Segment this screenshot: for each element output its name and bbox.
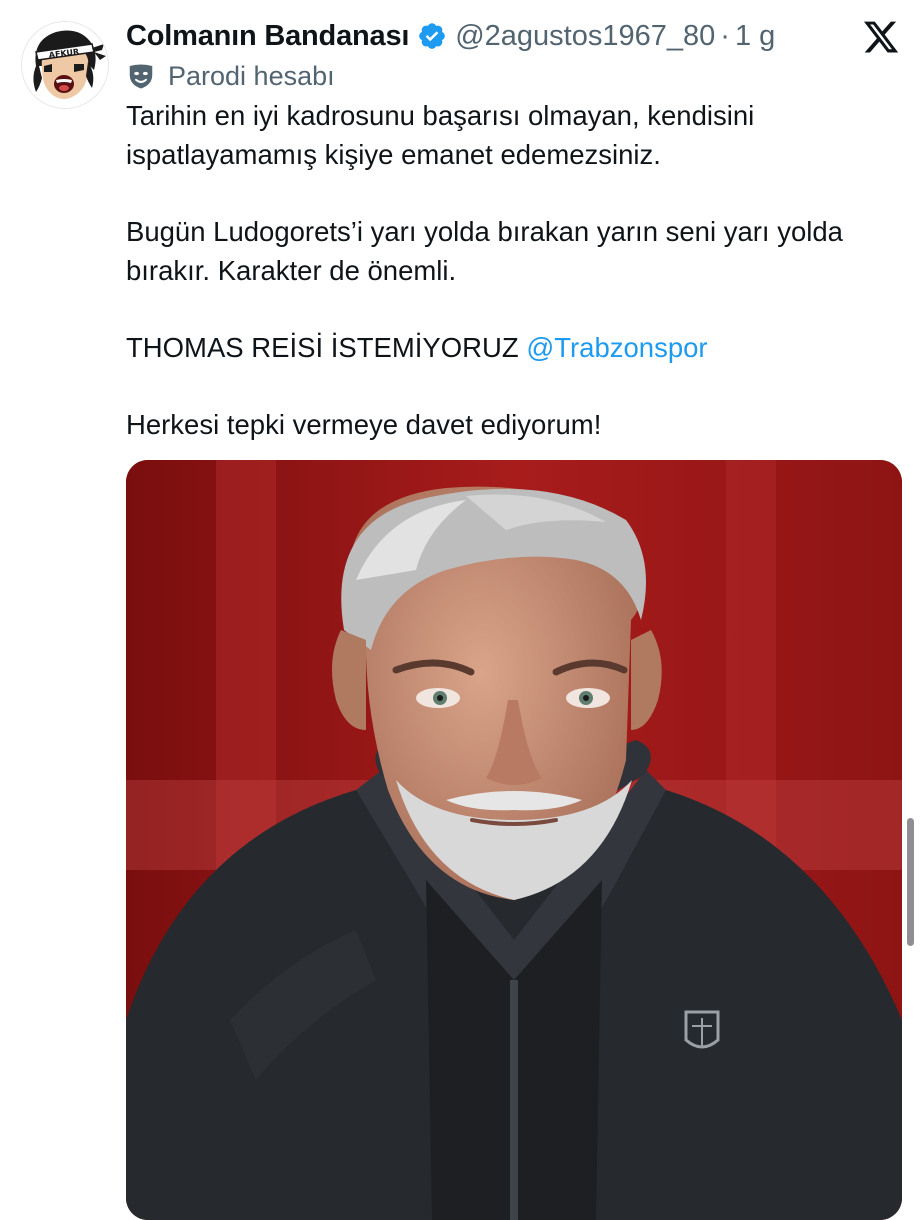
tweet-header: Colmanın Bandanası @2agustos1967_80 · 1 …	[126, 14, 775, 58]
separator-dot: ·	[720, 19, 730, 52]
tweet-paragraph-2: Bugün Ludogorets’i yarı yolda bırakan ya…	[126, 216, 843, 286]
avatar[interactable]: AFKUR	[22, 22, 108, 108]
x-logo-icon	[862, 18, 900, 56]
tweet-paragraph-3: THOMAS REİSİ İSTEMİYORUZ @Trabzonspor	[126, 328, 886, 367]
parody-account-label: Parodi hesabı	[126, 58, 335, 94]
timestamp[interactable]: 1 g	[735, 20, 775, 53]
user-handle[interactable]: @2agustos1967_80	[455, 20, 715, 53]
display-name[interactable]: Colmanın Bandanası	[126, 20, 409, 53]
scrollbar[interactable]	[907, 818, 914, 946]
verified-badge-icon	[417, 21, 447, 51]
mask-icon	[126, 61, 156, 91]
tweet-media-photo[interactable]	[126, 460, 902, 1220]
tweet-paragraph-4: Herkesi tepki vermeye davet ediyorum!	[126, 409, 602, 440]
parody-label-text: Parodi hesabı	[168, 60, 335, 91]
caps-text: THOMAS REİSİ İSTEMİYORUZ	[126, 332, 519, 363]
tweet-paragraph-1: Tarihin en iyi kadrosunu başarısı olmaya…	[126, 100, 755, 170]
mention-link[interactable]: @Trabzonspor	[526, 332, 707, 363]
tweet-body: Tarihin en iyi kadrosunu başarısı olmaya…	[126, 96, 886, 444]
